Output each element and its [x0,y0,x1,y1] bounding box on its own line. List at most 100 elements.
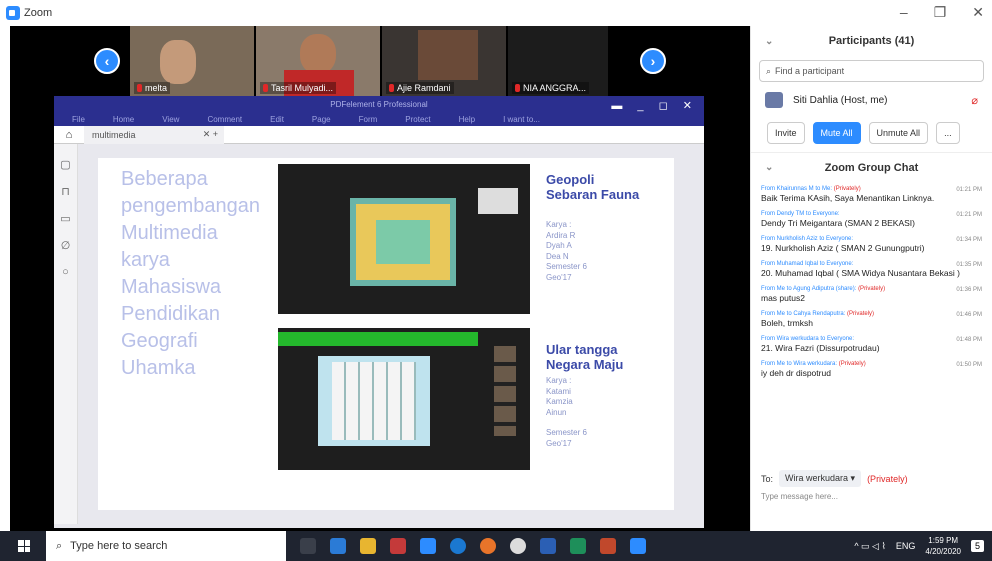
mic-muted-icon [515,84,520,92]
notification-badge[interactable]: 5 [970,540,984,552]
mail-icon[interactable] [330,538,346,554]
clock[interactable]: 1:59 PM 4/20/2020 [925,535,961,557]
unmute-all-button[interactable]: Unmute All [868,122,929,144]
participant-actions: Invite Mute All Unmute All ... [751,122,992,144]
chevron-down-icon[interactable]: ⌄ [765,162,773,173]
chevron-right-icon[interactable]: › [640,48,666,74]
avatar [765,92,783,108]
chat-message: From Wira werkudara to Everyone: 01:48 P… [761,336,982,353]
chat-header: ⌄ Zoom Group Chat [751,152,992,182]
comment-icon[interactable]: ▭ [54,212,77,225]
pdf-tabbar: ⌂ multimedia ✕ + [54,125,704,144]
ular-tangga-screenshot [278,328,530,470]
meeting-video-area: ‹ melta Tasril Mulyadi... Ajie Ramdani N… [10,26,750,531]
pdf-page: Beberapa pengembangan Multimedia karya M… [98,158,674,510]
participant-name: melta [145,83,168,93]
item1-title: Geopoli Sebaran Fauna [546,172,640,202]
language-indicator[interactable]: ENG [896,541,916,551]
tab-label: multimedia [92,129,136,140]
chat-message: From Nurkholish Aziz to Everyone: 01:34 … [761,236,982,253]
video-tile[interactable]: Ajie Ramdani [382,26,506,96]
pdf-side-tools: ▢ ⊓ ▭ ∅ ○ [54,144,78,524]
mic-muted-icon [137,84,142,92]
chat-message: From Me to Cahya Rendaputra: (Privately)… [761,311,982,328]
participant-row-host[interactable]: Siti Dahlia (Host, me) ⌀ [751,86,992,114]
chat-message: From Khairunnas M to Me: (Privately) 01:2… [761,186,982,203]
invite-button[interactable]: Invite [767,122,805,144]
menu-page[interactable]: Page [312,115,331,124]
chat-input[interactable]: Type message here... [761,492,838,501]
geopoli-screenshot [278,164,530,314]
edge-icon[interactable] [450,538,466,554]
help-search[interactable]: I want to... [503,115,540,124]
pdf-title: PDFelement 6 Professional [330,100,428,109]
menu-view[interactable]: View [162,115,179,124]
shared-pdf-window: PDFelement 6 Professional File Home View… [54,96,704,528]
excel-icon[interactable] [570,538,586,554]
search-icon: ⌕ [766,65,772,76]
chat-recipient: To: Wira werkudara ▾ (Privately) [761,470,908,487]
menu-protect[interactable]: Protect [405,115,430,124]
item1-credits: Karya : Ardira R Dyah A Dea N Semester 6… [546,220,587,282]
app-icon[interactable] [390,538,406,554]
menu-file[interactable]: File [72,115,85,124]
item2-credits: Karya : Katami Kamzia Ainun Semester 6 G… [546,376,587,448]
participant-video-strip: melta Tasril Mulyadi... Ajie Ramdani NIA… [130,26,610,96]
menu-home[interactable]: Home [113,115,134,124]
minimize-icon[interactable]: – [900,4,908,21]
chat-message: From Me to Wira werkudara: (Privately) 01… [761,361,982,378]
powerpoint-icon[interactable] [600,538,616,554]
menu-comment[interactable]: Comment [207,115,242,124]
mute-all-button[interactable]: Mute All [812,122,861,144]
thumbnail-icon[interactable]: ▢ [54,158,77,171]
participants-header: ⌄ Participants (41) [765,35,915,47]
attachment-icon[interactable]: ∅ [54,239,77,252]
maximize-icon[interactable]: ❐ [934,4,947,21]
close-icon[interactable]: ✕ [972,4,984,21]
task-view-icon[interactable] [300,538,316,554]
participants-chat-panel: ⌄ Participants (41) ⌕ Find a participant… [750,26,992,531]
search-icon[interactable]: ○ [54,266,77,278]
bookmark-icon[interactable]: ⊓ [54,185,77,198]
mic-muted-icon [389,84,394,92]
video-tile[interactable]: melta [130,26,254,96]
taskbar-search[interactable]: ⌕ Type here to search [46,531,286,561]
menu-form[interactable]: Form [359,115,378,124]
chrome-icon[interactable] [510,538,526,554]
home-icon[interactable]: ⌂ [54,129,84,141]
video-tile[interactable]: Tasril Mulyadi... [256,26,380,96]
participant-name: NIA ANGGRA... [523,83,587,93]
search-icon: ⌕ [56,539,63,552]
store-icon[interactable] [420,538,436,554]
firefox-icon[interactable] [480,538,496,554]
slide-heading: Beberapa pengembangan Multimedia karya M… [121,168,261,379]
pdf-menu: File Home View Comment Edit Page Form Pr… [72,115,540,124]
mic-muted-icon [263,84,268,92]
participant-name: Tasril Mulyadi... [271,83,334,93]
window-title: Zoom [24,7,53,19]
windows-icon[interactable] [18,540,30,552]
file-explorer-icon[interactable] [360,538,376,554]
pdf-window-controls[interactable]: ▬ _ ◻ ✕ [611,99,698,112]
window-controls: – ❐ ✕ [900,4,984,21]
chat-message: From Me to Agung Adiputra (share): (Priv… [761,286,982,303]
zoom-icon[interactable] [630,538,646,554]
windows-taskbar: ⌕ Type here to search ^ ▭ ◁ ⌇ ENG 1:59 P… [0,531,992,561]
more-button[interactable]: ... [936,122,960,144]
chat-messages: From Khairunnas M to Me: (Privately) 01:2… [751,182,992,382]
chevron-left-icon[interactable]: ‹ [94,48,120,74]
find-participant-input[interactable]: ⌕ Find a participant [759,60,984,82]
tray-icons[interactable]: ^ ▭ ◁ ⌇ [854,541,886,552]
menu-edit[interactable]: Edit [270,115,284,124]
mic-muted-icon[interactable]: ⌀ [971,94,978,107]
tab-multimedia[interactable]: multimedia ✕ + [84,125,224,144]
menu-help[interactable]: Help [459,115,475,124]
window-titlebar: Zoom – ❐ ✕ [0,0,992,26]
chat-message: From Muhamad Iqbal to Everyone: 01:35 PM… [761,261,982,278]
video-tile[interactable]: NIA ANGGRA... [508,26,608,96]
chat-message: From Dendy TM to Everyone: 01:21 PM Dendy… [761,211,982,228]
word-icon[interactable] [540,538,556,554]
close-icon[interactable]: ✕ + [203,129,218,140]
recipient-select[interactable]: Wira werkudara ▾ [779,470,862,487]
chevron-down-icon[interactable]: ⌄ [765,36,773,47]
